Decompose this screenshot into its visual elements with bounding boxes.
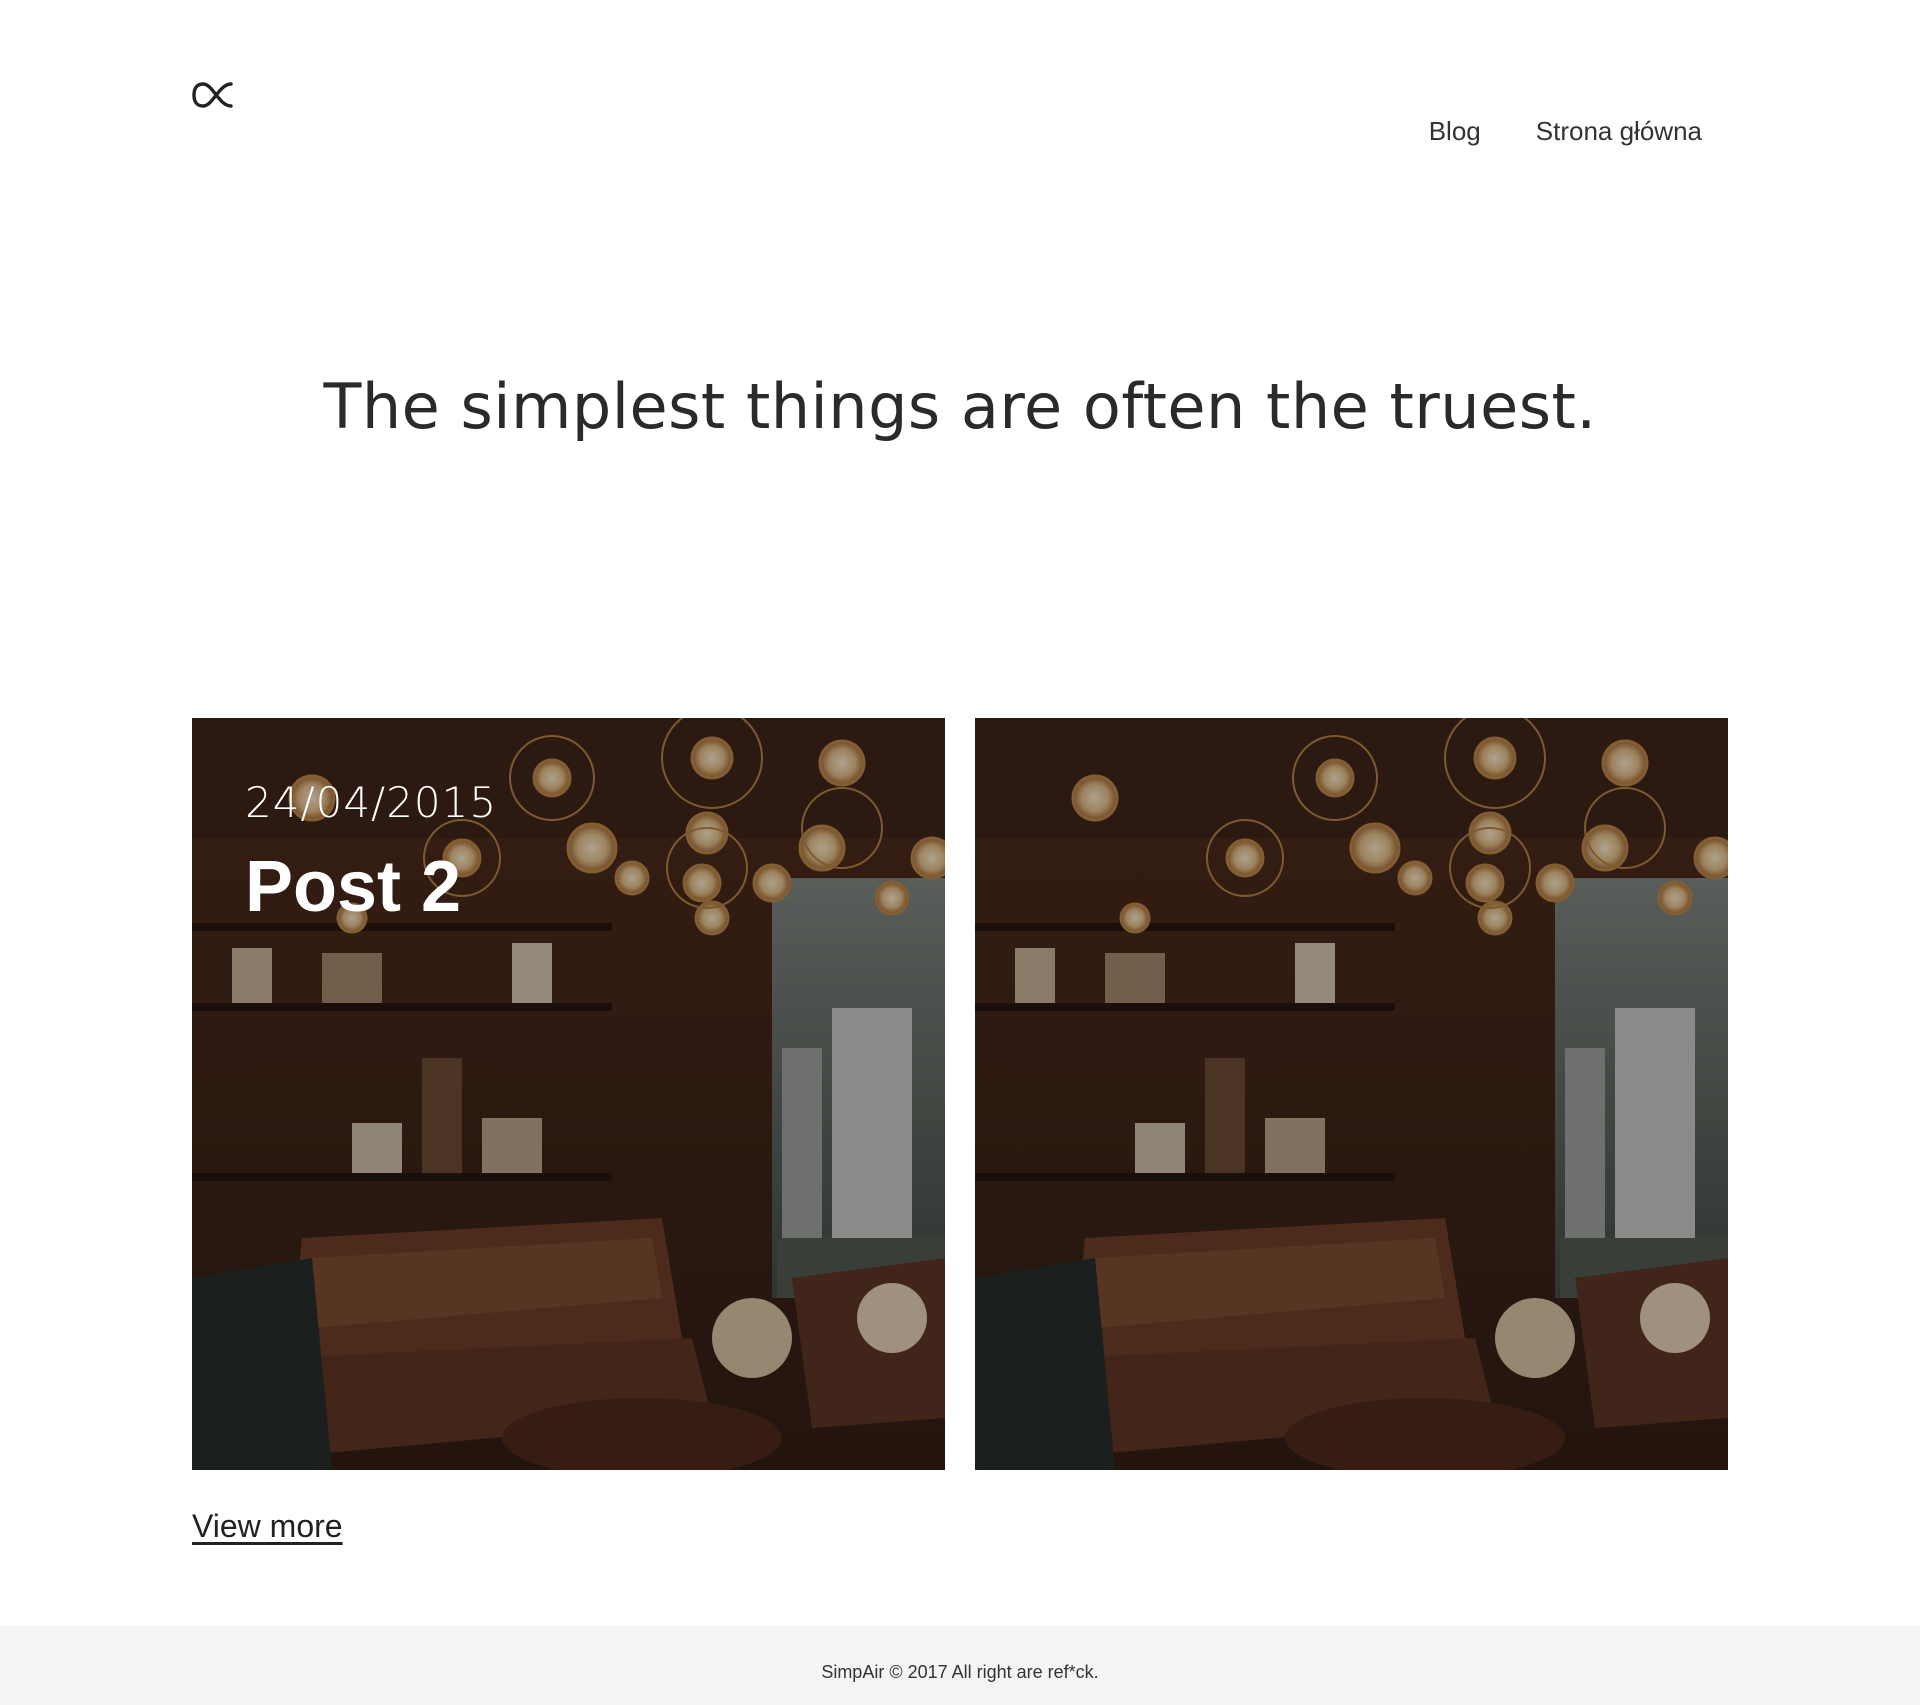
main-nav: Blog Strona główna (1429, 116, 1702, 147)
view-more-link[interactable]: View more (192, 1508, 343, 1545)
proportional-logo-icon[interactable] (191, 78, 235, 112)
footer-copyright: SimpAir © 2017 All right are ref*ck. (821, 1662, 1099, 1682)
image-overlay (975, 718, 1728, 1470)
nav-link-home[interactable]: Strona główna (1536, 116, 1702, 147)
hero-tagline: The simplest things are often the truest… (323, 370, 1597, 443)
nav-link-blog[interactable]: Blog (1429, 116, 1481, 147)
site-header: Blog Strona główna (0, 0, 1920, 200)
hero-section: The simplest things are often the truest… (0, 370, 1920, 443)
post-card[interactable] (975, 718, 1728, 1470)
posts-grid: 24/04/2015 Post 2 (192, 718, 1728, 1470)
post-card[interactable]: 24/04/2015 Post 2 (192, 718, 945, 1470)
site-footer: SimpAir © 2017 All right are ref*ck. (0, 1626, 1920, 1705)
image-overlay (192, 718, 945, 1470)
post-date: 24/04/2015 (245, 778, 498, 827)
post-title[interactable]: Post 2 (245, 846, 461, 928)
